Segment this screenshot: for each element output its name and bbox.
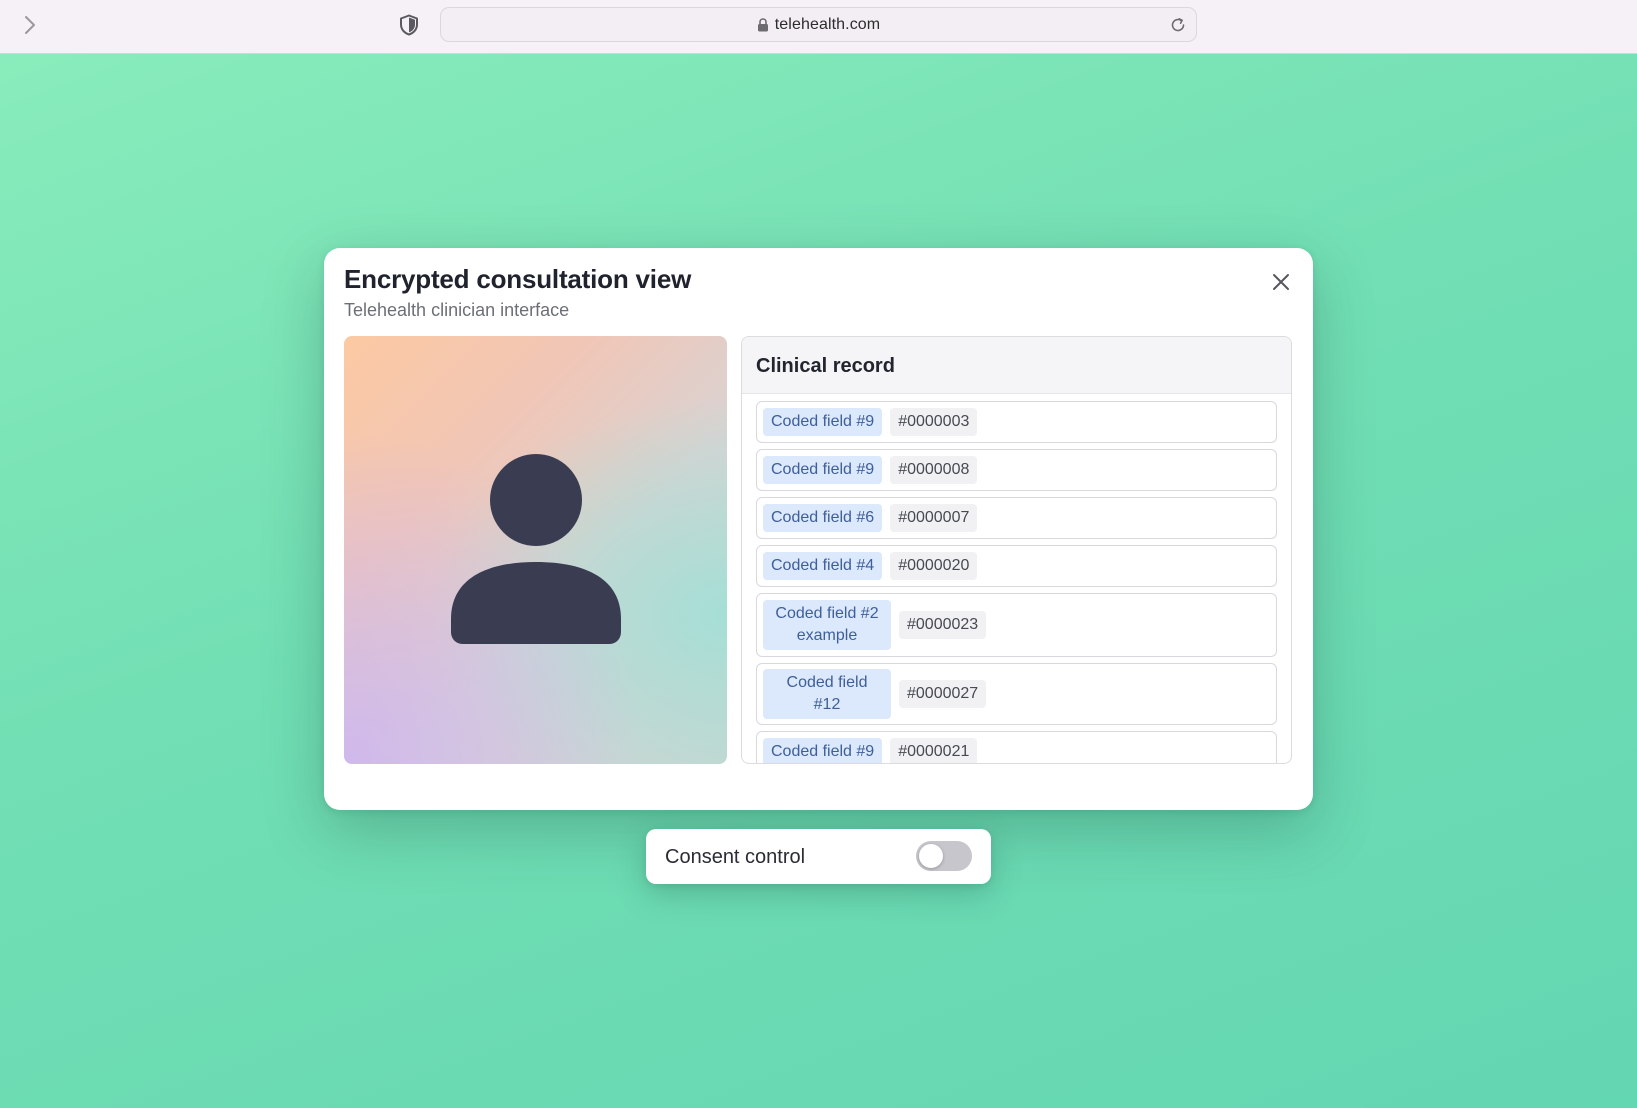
field-tag: Coded field #4: [763, 552, 883, 580]
record-row[interactable]: Coded field #9 #0000003: [756, 401, 1277, 443]
field-value: #0000021: [890, 738, 978, 763]
record-row[interactable]: Coded field #12 #0000027: [756, 663, 1277, 725]
field-value: #0000027: [899, 680, 987, 708]
record-row[interactable]: Coded field #6 #0000007: [756, 497, 1277, 539]
person-icon: [451, 454, 621, 644]
chevron-right-icon[interactable]: [18, 13, 42, 37]
record-header: Clinical record: [742, 337, 1291, 394]
record-list: Coded field #9 #0000003 Coded field #9 #…: [756, 401, 1277, 763]
field-value: #0000003: [890, 408, 978, 436]
consent-control-card: Consent control: [646, 829, 991, 884]
toggle-knob: [919, 844, 943, 868]
field-tag: Coded field #9: [763, 408, 883, 436]
modal-subtitle: Telehealth clinician interface: [344, 300, 570, 320]
shield-icon[interactable]: [397, 12, 421, 38]
browser-toolbar: telehealth.com: [0, 0, 1637, 54]
lock-icon: [757, 17, 769, 32]
field-tag: Coded field #9: [763, 738, 883, 763]
consent-toggle[interactable]: [916, 841, 972, 871]
address-bar[interactable]: telehealth.com: [440, 7, 1197, 42]
field-value: #0000007: [890, 504, 978, 532]
url-text: telehealth.com: [774, 15, 881, 33]
record-row[interactable]: Coded field #9 #0000021: [756, 731, 1277, 763]
consent-label: Consent control: [665, 846, 806, 868]
modal-title: Encrypted consultation view: [344, 264, 692, 294]
reload-icon[interactable]: [1168, 15, 1188, 35]
field-tag: Coded field #6: [763, 504, 883, 532]
record-title: Clinical record: [756, 355, 895, 377]
field-tag: Coded field #12: [763, 669, 891, 719]
close-icon: [1273, 274, 1289, 290]
consultation-modal: Encrypted consultation view Telehealth c…: [324, 248, 1313, 810]
clinical-record-panel: Clinical record Coded field #9 #0000003 …: [741, 336, 1292, 764]
field-tag: Coded field #9: [763, 456, 883, 484]
field-value: #0000023: [899, 611, 987, 639]
record-row[interactable]: Coded field #4 #0000020: [756, 545, 1277, 587]
field-value: #0000008: [890, 456, 978, 484]
close-button[interactable]: [1267, 268, 1295, 296]
record-row[interactable]: Coded field #9 #0000008: [756, 449, 1277, 491]
field-tag: Coded field #2 example: [763, 600, 891, 650]
patient-video-tile: [344, 336, 727, 764]
field-value: #0000020: [890, 552, 978, 580]
record-row[interactable]: Coded field #2 example #0000023: [756, 593, 1277, 657]
